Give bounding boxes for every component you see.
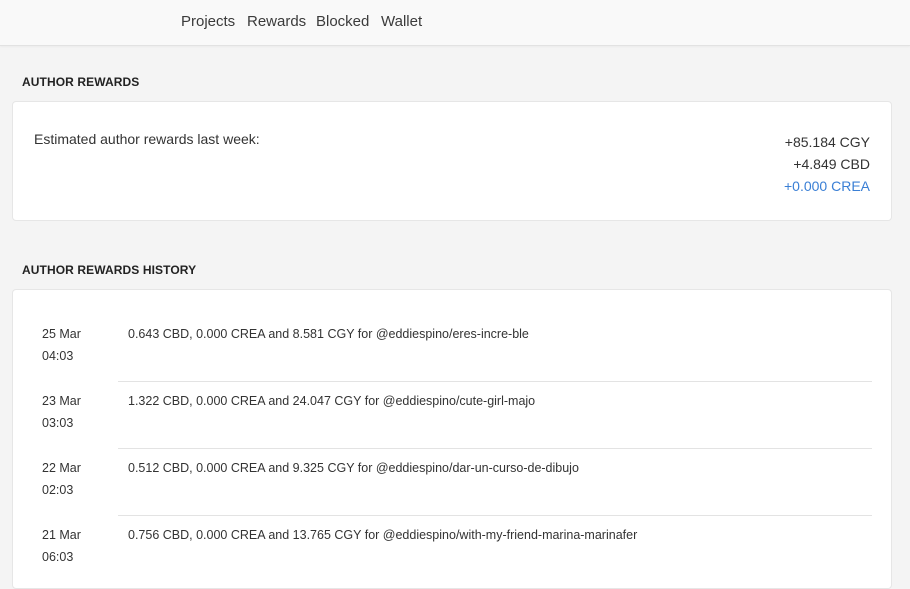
crea-amount: +0.000 CREA	[784, 178, 870, 194]
history-row: 22 Mar 02:03 0.512 CBD, 0.000 CREA and 9…	[34, 449, 872, 516]
cgy-amount: +85.184 CGY	[784, 134, 870, 150]
history-time: 03:03	[42, 416, 74, 430]
nav-blocked-link[interactable]: Blocked	[316, 13, 369, 30]
author-rewards-history-card: 25 Mar 04:03 0.643 CBD, 0.000 CREA and 8…	[12, 289, 892, 589]
history-date: 23 Mar 03:03	[42, 390, 81, 434]
history-date: 21 Mar 06:03	[42, 524, 81, 568]
history-time: 04:03	[42, 349, 74, 363]
history-row: 23 Mar 03:03 1.322 CBD, 0.000 CREA and 2…	[34, 382, 872, 449]
estimated-rewards-amounts: +85.184 CGY +4.849 CBD +0.000 CREA	[784, 131, 870, 197]
author-rewards-title: AUTHOR REWARDS	[22, 75, 140, 89]
history-day: 22 Mar	[42, 461, 81, 475]
history-detail: 0.643 CBD, 0.000 CREA and 8.581 CGY for …	[128, 327, 529, 341]
history-row: 25 Mar 04:03 0.643 CBD, 0.000 CREA and 8…	[34, 315, 872, 382]
nav-projects-link[interactable]: Projects	[181, 13, 235, 30]
history-date: 25 Mar 04:03	[42, 323, 81, 367]
history-detail: 0.512 CBD, 0.000 CREA and 9.325 CGY for …	[128, 461, 579, 475]
history-day: 23 Mar	[42, 394, 81, 408]
nav-rewards-link[interactable]: Rewards	[247, 13, 306, 30]
history-day: 21 Mar	[42, 528, 81, 542]
history-day: 25 Mar	[42, 327, 81, 341]
estimated-rewards-label: Estimated author rewards last week:	[34, 131, 260, 147]
history-date: 22 Mar 02:03	[42, 457, 81, 501]
history-time: 02:03	[42, 483, 74, 497]
cbd-amount: +4.849 CBD	[793, 156, 870, 172]
author-rewards-card: Estimated author rewards last week: +85.…	[12, 101, 892, 221]
history-detail: 1.322 CBD, 0.000 CREA and 24.047 CGY for…	[128, 394, 536, 408]
nav-wallet-link[interactable]: Wallet	[381, 13, 422, 30]
top-navigation: Projects Rewards Blocked Wallet	[0, 0, 910, 46]
history-detail: 0.756 CBD, 0.000 CREA and 13.765 CGY for…	[128, 528, 638, 542]
author-rewards-history-title: AUTHOR REWARDS HISTORY	[22, 263, 197, 277]
history-time: 06:03	[42, 550, 74, 564]
